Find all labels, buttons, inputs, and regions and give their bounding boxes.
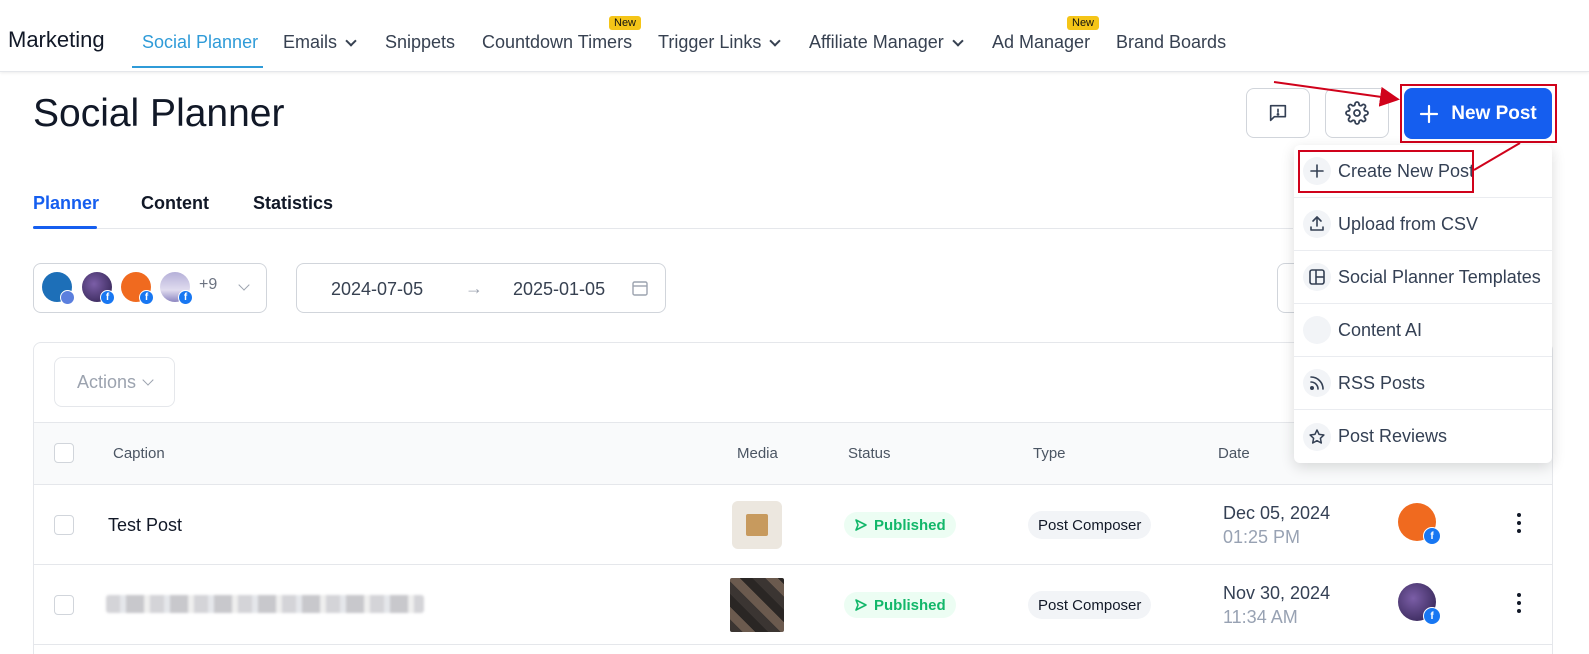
facebook-icon: f: [1423, 527, 1441, 545]
column-media: Media: [737, 445, 778, 462]
column-date: Date: [1218, 445, 1250, 462]
date-end[interactable]: 2025-01-05: [513, 279, 605, 300]
post-date: Dec 05, 2024: [1223, 503, 1331, 523]
post-time: 11:34 AM: [1223, 607, 1298, 627]
row-checkbox[interactable]: [54, 595, 74, 615]
nav-label: Emails: [283, 32, 338, 52]
row-checkbox[interactable]: [54, 515, 74, 535]
chevron-down-icon: [238, 279, 250, 291]
nav-label: Trigger Links: [658, 32, 762, 52]
tab-planner[interactable]: Planner: [33, 193, 99, 214]
more-options-icon[interactable]: [1516, 513, 1522, 533]
table-row[interactable]: Published Post Composer Nov 30, 2024 11:…: [34, 565, 1552, 645]
arrow-right-icon: →: [465, 278, 483, 298]
chevron-down-icon: [952, 34, 964, 47]
menu-item-label: Post Reviews: [1338, 426, 1448, 446]
post-caption[interactable]: Test Post: [108, 515, 182, 536]
nav-active-underline: [132, 66, 263, 68]
star-icon: [1303, 422, 1331, 451]
actions-dropdown[interactable]: Actions: [54, 357, 175, 407]
nav-label: Ad Manager: [992, 32, 1091, 52]
chevron-down-icon: [345, 34, 357, 47]
template-icon: [1303, 263, 1331, 291]
facebook-icon: f: [100, 290, 115, 305]
new-post-button[interactable]: New Post: [1404, 88, 1552, 139]
nav-label: Countdown Timers: [482, 32, 633, 52]
nav-social-planner[interactable]: Social Planner: [142, 32, 258, 53]
nav-brand-boards[interactable]: Brand Boards: [1116, 32, 1226, 53]
menu-item-label: RSS Posts: [1338, 372, 1426, 393]
nav-label: Brand Boards: [1116, 32, 1227, 52]
feedback-icon: [1269, 104, 1287, 122]
more-options-icon[interactable]: [1516, 593, 1522, 613]
post-time: 01:25 PM: [1223, 527, 1301, 547]
date-range-picker[interactable]: 2024-07-05 → 2025-01-05: [296, 263, 666, 313]
tab-active-underline: [33, 226, 97, 229]
nav-label: Snippets: [385, 32, 456, 52]
gear-icon: [1345, 101, 1369, 125]
status-badge: Published: [844, 592, 956, 618]
post-date: Nov 30, 2024: [1223, 583, 1331, 603]
status-badge: Published: [844, 512, 956, 538]
nav-label: Affiliate Manager: [809, 32, 944, 52]
tabs-divider: [33, 228, 1293, 229]
plus-icon: [1420, 104, 1439, 123]
date-start[interactable]: 2024-07-05: [331, 279, 423, 300]
tab-content[interactable]: Content: [141, 193, 209, 214]
settings-button[interactable]: [1325, 88, 1389, 138]
send-icon: [855, 519, 867, 531]
annotation-highlight-create-new-post: [1298, 150, 1474, 193]
calendar-icon: [632, 281, 648, 296]
menu-item-templates[interactable]: Social Planner Templates: [1294, 251, 1552, 304]
menu-item-upload-csv[interactable]: Upload from CSV: [1294, 198, 1552, 251]
nav-label: Social Planner: [142, 32, 259, 52]
facebook-icon: f: [1423, 607, 1441, 625]
menu-item-label: Content AI: [1338, 319, 1423, 340]
facebook-icon: f: [139, 290, 154, 305]
table-row[interactable]: Test Post Published Post Composer Dec 05…: [34, 485, 1552, 565]
page-title: Social Planner: [33, 92, 285, 135]
nav-trigger-links[interactable]: Trigger Links: [658, 32, 782, 53]
tab-statistics[interactable]: Statistics: [253, 193, 333, 214]
send-icon: [855, 599, 867, 611]
media-image: [746, 514, 768, 536]
menu-item-rss-posts[interactable]: RSS Posts: [1294, 357, 1552, 410]
new-badge: New: [609, 16, 642, 30]
top-navigation: Marketing Social Planner Emails Snippets…: [0, 0, 1589, 72]
media-thumbnail[interactable]: [732, 501, 782, 549]
feedback-button[interactable]: [1246, 88, 1310, 138]
new-post-label: New Post: [1451, 102, 1537, 124]
facebook-icon: f: [178, 290, 193, 305]
nav-ad-manager[interactable]: Ad Manager: [992, 32, 1090, 53]
column-type: Type: [1033, 445, 1066, 462]
nav-affiliate-manager[interactable]: Affiliate Manager: [809, 32, 964, 53]
rss-icon: [1303, 369, 1331, 397]
media-thumbnail[interactable]: [730, 578, 784, 632]
account-selector[interactable]: f f f +9: [33, 263, 267, 313]
type-badge: Post Composer: [1028, 511, 1152, 539]
brand-title: Marketing: [8, 27, 105, 52]
column-caption: Caption: [113, 445, 165, 462]
new-badge: New: [1067, 16, 1100, 30]
status-label: Published: [874, 516, 946, 534]
upload-icon: [1303, 210, 1331, 238]
chevron-down-icon: [769, 34, 782, 47]
post-caption-blurred[interactable]: [106, 595, 424, 613]
actions-label: Actions: [76, 371, 137, 392]
status-label: Published: [874, 596, 946, 614]
more-accounts-count: +9: [199, 276, 218, 293]
integration-badge-icon: [60, 290, 75, 305]
type-badge: Post Composer: [1028, 591, 1152, 619]
menu-item-label: Upload from CSV: [1338, 213, 1479, 234]
nav-snippets[interactable]: Snippets: [385, 32, 455, 53]
select-all-checkbox[interactable]: [54, 443, 74, 463]
chevron-down-icon: [142, 374, 154, 386]
ai-icon: [1303, 316, 1331, 344]
menu-item-label: Social Planner Templates: [1338, 266, 1541, 287]
nav-emails[interactable]: Emails: [283, 32, 357, 53]
menu-item-post-reviews[interactable]: Post Reviews: [1294, 410, 1552, 463]
nav-countdown-timers[interactable]: Countdown Timers: [482, 32, 632, 53]
menu-item-content-ai[interactable]: Content AI: [1294, 304, 1552, 357]
column-status: Status: [848, 445, 891, 462]
